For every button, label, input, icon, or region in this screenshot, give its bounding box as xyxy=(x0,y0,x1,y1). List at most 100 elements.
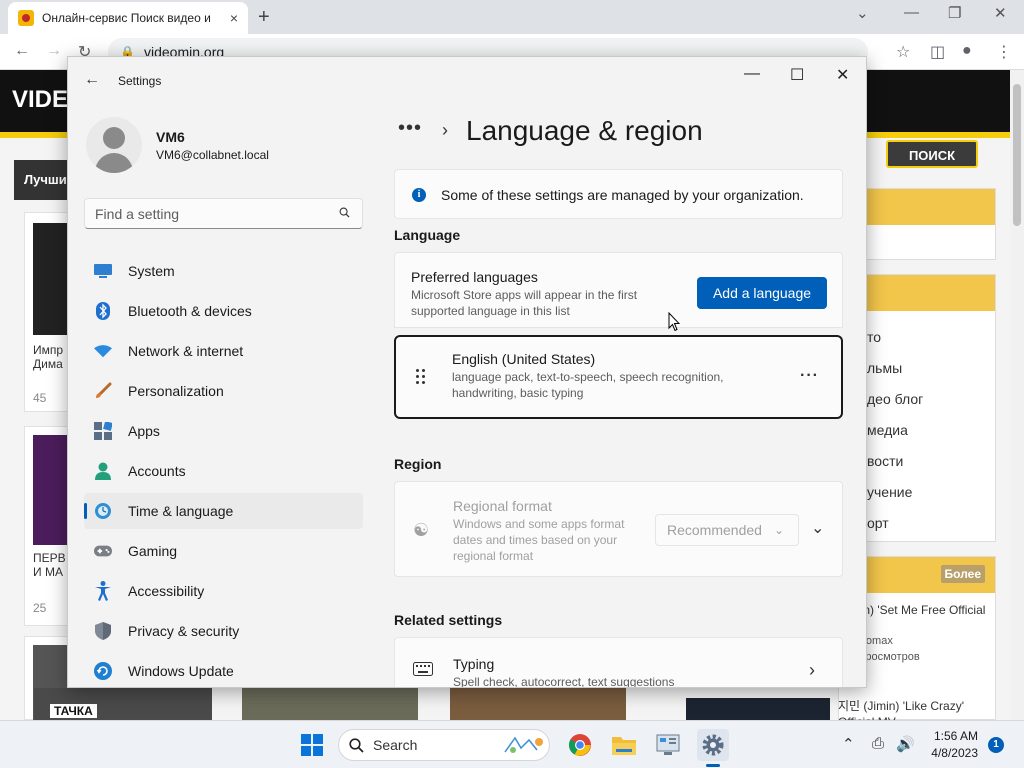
site-widget xyxy=(866,188,996,260)
language-name: English (United States) xyxy=(452,351,596,367)
site-sidebar-tab[interactable]: Лучши xyxy=(14,160,74,200)
volume-icon[interactable]: 🔊 xyxy=(896,735,915,753)
category-link[interactable]: льмы xyxy=(867,360,902,376)
video-title[interactable]: Импр Дима xyxy=(33,343,63,371)
gamepad-icon xyxy=(94,542,112,560)
profile-icon[interactable]: ● xyxy=(962,42,972,60)
update-icon xyxy=(94,662,112,680)
time-language-icon xyxy=(94,502,112,520)
site-logo[interactable]: VIDE xyxy=(12,86,68,114)
sidebar-item-apps[interactable]: Apps xyxy=(84,413,363,449)
maximize-icon[interactable]: ☐ xyxy=(790,65,804,85)
control-panel-taskbar-button[interactable] xyxy=(652,729,684,761)
sidebar-item-label: Bluetooth & devices xyxy=(128,303,252,319)
chrome-taskbar-button[interactable] xyxy=(564,729,596,761)
bookmark-star-icon[interactable]: ☆ xyxy=(896,42,910,62)
side-panel-icon[interactable]: ◫ xyxy=(930,42,945,62)
settings-taskbar-button[interactable] xyxy=(697,729,729,761)
sidebar-item-accessibility[interactable]: Accessibility xyxy=(84,573,363,609)
search-highlight-icon xyxy=(504,736,543,753)
sidebar-item-accounts[interactable]: Accounts xyxy=(84,453,363,489)
sidebar-item-network[interactable]: Network & internet xyxy=(84,333,363,369)
system-icon xyxy=(94,262,112,280)
more-badge-button[interactable]: Более xyxy=(940,565,985,583)
page-title: Language & region xyxy=(466,115,703,146)
sidebar-item-label: Personalization xyxy=(128,383,224,399)
sidebar-item-gaming[interactable]: Gaming xyxy=(84,533,363,569)
expand-chevron-icon[interactable]: ⌄ xyxy=(811,518,824,538)
browser-menu-icon[interactable]: ⋮ xyxy=(996,42,1012,62)
site-search-button[interactable]: ПОИСК xyxy=(886,140,978,168)
video-thumbnail[interactable] xyxy=(242,688,418,720)
scrollbar-thumb[interactable] xyxy=(1013,84,1021,226)
category-link[interactable]: то xyxy=(867,329,881,345)
browser-close-icon[interactable]: ✕ xyxy=(994,4,1007,22)
browser-tab[interactable]: Онлайн-сервис Поиск видео и × xyxy=(8,2,248,34)
section-heading-related: Related settings xyxy=(394,612,503,628)
gear-icon xyxy=(702,734,724,756)
clock-date[interactable]: 4/8/2023 xyxy=(918,746,978,760)
start-button[interactable] xyxy=(296,729,328,761)
regional-format-dropdown[interactable]: Recommended ⌄ xyxy=(655,514,799,546)
browser-restore-icon[interactable]: ❐ xyxy=(948,4,961,22)
sidebar-item-time-language[interactable]: Time & language xyxy=(84,493,363,529)
preferred-languages-description: Microsoft Store apps will appear in the … xyxy=(411,288,638,318)
search-icon xyxy=(349,738,364,753)
video-thumbnail[interactable] xyxy=(450,688,626,720)
sidebar-item-label: Time & language xyxy=(128,503,234,519)
video-title[interactable]: 지민 (Jimin) 'Like Crazy' Official MV xyxy=(838,698,992,720)
network-icon[interactable]: ⎙ xyxy=(872,735,884,752)
browser-back-icon[interactable]: ← xyxy=(14,42,30,60)
sidebar-item-label: Gaming xyxy=(128,543,178,559)
category-link[interactable]: вости xyxy=(867,453,903,469)
sidebar-item-system[interactable]: System xyxy=(84,253,363,289)
selection-indicator xyxy=(84,503,87,519)
accessibility-icon xyxy=(94,581,112,601)
search-input[interactable] xyxy=(84,198,363,229)
sidebar-item-bluetooth[interactable]: Bluetooth & devices xyxy=(84,293,363,329)
typing-title: Typing xyxy=(453,656,495,672)
windows-logo-icon xyxy=(301,734,323,756)
page-scrollbar[interactable] xyxy=(1010,70,1024,720)
file-explorer-taskbar-button[interactable] xyxy=(608,729,640,761)
breadcrumb-overflow-button[interactable]: ••• xyxy=(398,117,422,140)
video-thumbnail[interactable] xyxy=(686,698,830,720)
tab-close-icon[interactable]: × xyxy=(230,10,238,26)
language-list-item[interactable]: English (United States) language pack, t… xyxy=(394,335,843,419)
minimize-icon[interactable]: — xyxy=(744,65,760,83)
preferred-languages-title: Preferred languages xyxy=(411,269,538,285)
close-icon[interactable]: ✕ xyxy=(836,65,849,85)
taskbar-search-label: Search xyxy=(373,737,418,753)
category-link[interactable]: медиа xyxy=(867,422,908,438)
tab-search-icon[interactable]: ⌄ xyxy=(856,4,869,22)
app-title: Settings xyxy=(118,74,162,88)
drag-handle-icon[interactable] xyxy=(416,369,428,387)
notification-badge[interactable]: 1 xyxy=(988,737,1004,753)
shield-icon xyxy=(94,622,112,640)
sidebar-item-personalization[interactable]: Personalization xyxy=(84,373,363,409)
typing-settings-row[interactable]: Typing Spell check, autocorrect, text su… xyxy=(394,637,843,687)
avatar[interactable] xyxy=(86,117,142,173)
apps-icon xyxy=(94,422,112,440)
sidebar-item-privacy[interactable]: Privacy & security xyxy=(84,613,363,649)
dropdown-value: Recommended xyxy=(667,522,762,538)
category-link[interactable]: учение xyxy=(867,484,912,500)
browser-forward-icon[interactable]: → xyxy=(46,42,62,60)
chevron-up-icon[interactable]: ⌃ xyxy=(842,735,855,753)
chevron-right-icon: › xyxy=(809,660,815,680)
add-language-button[interactable]: Add a language xyxy=(697,277,827,309)
new-tab-button[interactable]: + xyxy=(258,6,270,29)
more-options-icon[interactable]: ··· xyxy=(800,367,819,385)
clock-time[interactable]: 1:56 AM xyxy=(928,729,978,743)
search-icon xyxy=(339,207,350,218)
browser-minimize-icon[interactable]: — xyxy=(904,4,919,21)
category-link[interactable]: део блог xyxy=(867,391,923,407)
video-title[interactable]: ПЕРВ И МА xyxy=(33,551,66,579)
sidebar-item-windows-update[interactable]: Windows Update xyxy=(84,653,363,687)
breadcrumb-chevron-icon: › xyxy=(442,120,448,140)
sidebar-item-label: Windows Update xyxy=(128,663,234,679)
video-thumbnail[interactable]: ТАЧКА xyxy=(34,688,212,720)
taskbar-search-box[interactable]: Search xyxy=(338,729,550,761)
back-arrow-icon[interactable]: ← xyxy=(84,71,100,89)
category-link[interactable]: орт xyxy=(867,515,889,531)
